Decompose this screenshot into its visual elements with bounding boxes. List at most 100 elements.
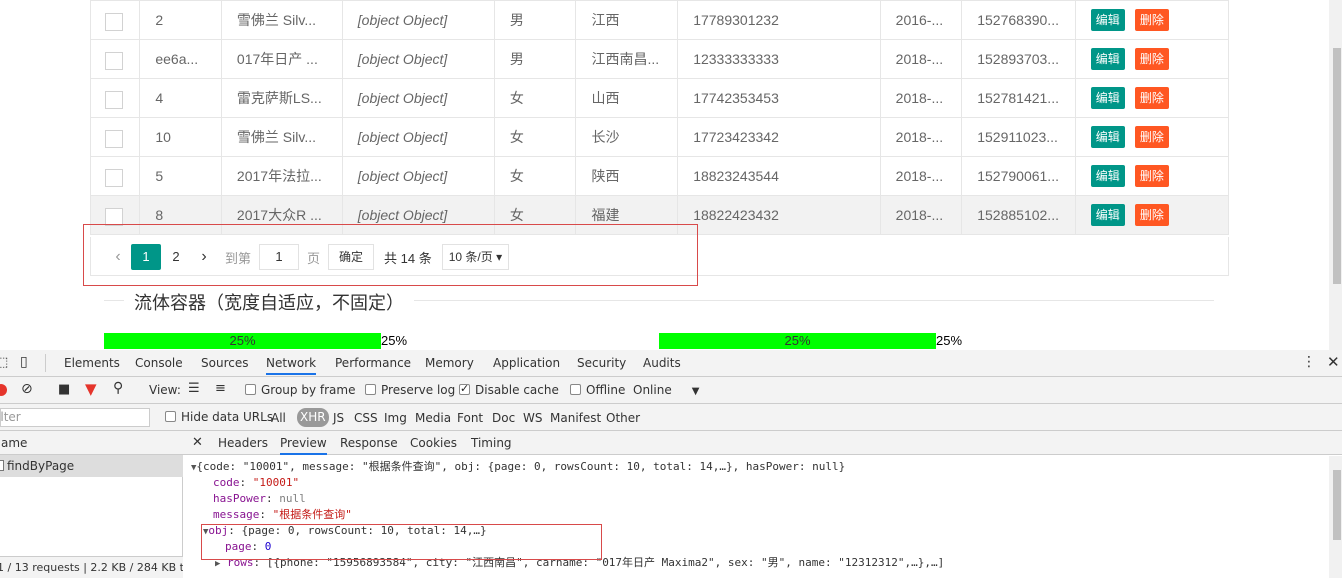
- checkbox-box: [365, 384, 376, 395]
- filter-img[interactable]: Img: [384, 411, 407, 425]
- filter-all[interactable]: All: [271, 411, 286, 425]
- delete-button[interactable]: 删除: [1134, 165, 1169, 187]
- tab-security[interactable]: Security: [577, 356, 626, 370]
- preserve-log-checkbox[interactable]: Preserve log: [365, 383, 455, 397]
- actions-cell: 编辑 删除: [1074, 195, 1230, 235]
- row-checkbox[interactable]: [105, 130, 123, 148]
- row-phone: 17742353453: [677, 78, 881, 118]
- table-row: 4 雷克萨斯LS... [object Object] 女山西 17742353453 2…: [89, 78, 1230, 118]
- filter-manifest[interactable]: Manifest: [550, 411, 601, 425]
- row-object: [object Object]: [341, 39, 495, 79]
- tab-sources[interactable]: Sources: [201, 356, 248, 370]
- filter-icon[interactable]: ▼: [85, 380, 97, 398]
- offline-checkbox[interactable]: Offline: [570, 383, 625, 397]
- tab-preview[interactable]: Preview: [280, 436, 327, 455]
- overview-icon[interactable]: ≡: [215, 381, 226, 396]
- disable-cache-label: Disable cache: [475, 383, 559, 397]
- device-toggle-icon[interactable]: ▯: [20, 354, 28, 370]
- large-rows-icon[interactable]: ☰: [188, 381, 200, 396]
- page-scrollbar-thumb[interactable]: [1333, 48, 1341, 284]
- row-checkbox[interactable]: [105, 169, 123, 187]
- tab-console[interactable]: Console: [135, 356, 183, 370]
- tab-cookies[interactable]: Cookies: [410, 436, 457, 450]
- actions-cell: 编辑 删除: [1074, 117, 1230, 157]
- highlight-box-obj: [201, 524, 602, 560]
- search-icon[interactable]: ⚲: [113, 380, 123, 396]
- filter-css[interactable]: CSS: [354, 411, 378, 425]
- row-timestamp: 152911023...: [961, 117, 1076, 157]
- edit-button[interactable]: 编辑: [1090, 9, 1125, 31]
- request-row[interactable]: findByPage: [0, 455, 183, 477]
- screenshot-icon[interactable]: ■: [58, 382, 70, 397]
- edit-button[interactable]: 编辑: [1090, 165, 1125, 187]
- row-id: 4: [139, 78, 222, 118]
- delete-button[interactable]: 删除: [1134, 126, 1169, 148]
- json-root-row[interactable]: ▼{code: "10001", message: "根据条件查询", obj:…: [191, 459, 845, 476]
- tab-elements[interactable]: Elements: [64, 356, 120, 370]
- edit-button[interactable]: 编辑: [1090, 48, 1125, 70]
- hide-data-urls-checkbox[interactable]: Hide data URLs: [165, 410, 273, 424]
- row-city: 陕西: [575, 156, 679, 196]
- row-checkbox[interactable]: [105, 13, 123, 31]
- row-phone: 18823243544: [677, 156, 881, 196]
- row-object: [object Object]: [341, 117, 495, 157]
- offline-label: Offline: [586, 383, 626, 397]
- tab-application[interactable]: Application: [493, 356, 560, 370]
- tab-audits[interactable]: Audits: [643, 356, 681, 370]
- row-checkbox[interactable]: [105, 91, 123, 109]
- disable-cache-checkbox[interactable]: Disable cache: [459, 382, 559, 397]
- edit-button[interactable]: 编辑: [1090, 204, 1125, 226]
- record-icon[interactable]: [0, 384, 7, 396]
- more-menu-icon[interactable]: ⋮: [1302, 354, 1316, 370]
- filter-media[interactable]: Media: [415, 411, 451, 425]
- name-column-header[interactable]: Name: [0, 436, 27, 450]
- json-code-row: code: "10001": [213, 476, 300, 489]
- filter-other[interactable]: Other: [606, 411, 640, 425]
- row-id: 2: [139, 0, 222, 40]
- filter-js[interactable]: JS: [333, 411, 344, 425]
- chevron-down-icon: ▼: [691, 386, 700, 397]
- row-object: [object Object]: [341, 156, 495, 196]
- delete-button[interactable]: 删除: [1134, 9, 1169, 31]
- clear-icon[interactable]: ⊘: [21, 381, 33, 397]
- tab-performance[interactable]: Performance: [335, 356, 411, 370]
- filter-input[interactable]: Filter: [0, 408, 150, 427]
- filter-font[interactable]: Font: [457, 411, 483, 425]
- row-phone: 12333333333: [677, 39, 881, 79]
- filter-xhr[interactable]: XHR: [297, 408, 329, 427]
- tab-response[interactable]: Response: [340, 436, 398, 450]
- inspect-icon[interactable]: ⬚: [0, 355, 8, 370]
- request-summary: 1 / 13 requests | 2.2 KB / 284 KB t...: [0, 561, 183, 574]
- filter-doc[interactable]: Doc: [492, 411, 515, 425]
- delete-button[interactable]: 删除: [1134, 204, 1169, 226]
- throttling-select[interactable]: Online ▼: [633, 383, 699, 397]
- tab-headers[interactable]: Headers: [218, 436, 268, 450]
- actions-cell: 编辑 删除: [1074, 0, 1230, 40]
- close-detail-icon[interactable]: ✕: [192, 435, 203, 450]
- row-id: 10: [139, 117, 222, 157]
- highlight-box-pagination: [83, 224, 698, 286]
- delete-button[interactable]: 删除: [1134, 87, 1169, 109]
- edit-button[interactable]: 编辑: [1090, 87, 1125, 109]
- close-icon[interactable]: ✕: [1327, 353, 1340, 371]
- row-date: 2018-...: [879, 39, 963, 79]
- row-checkbox[interactable]: [105, 52, 123, 70]
- progress-2-bar: 25%: [659, 333, 936, 349]
- checkbox-box: [165, 411, 176, 422]
- checkbox-cell: [89, 78, 141, 118]
- json-key: hasPower: [213, 492, 266, 505]
- group-by-frame-checkbox[interactable]: Group by frame: [245, 383, 355, 397]
- request-list: Name findByPage 1 / 13 requests | 2.2 KB…: [0, 431, 183, 578]
- row-date: 2018-...: [879, 156, 963, 196]
- row-id: 5: [139, 156, 222, 196]
- tab-network[interactable]: Network: [266, 356, 317, 375]
- delete-button[interactable]: 删除: [1134, 48, 1169, 70]
- edit-button[interactable]: 编辑: [1090, 126, 1125, 148]
- tab-memory[interactable]: Memory: [425, 356, 474, 370]
- file-icon: [0, 460, 4, 471]
- tab-timing[interactable]: Timing: [471, 436, 512, 450]
- preview-scrollbar[interactable]: [1329, 456, 1342, 578]
- preview-scrollbar-thumb[interactable]: [1333, 470, 1341, 540]
- row-timestamp: 152781421...: [961, 78, 1076, 118]
- filter-ws[interactable]: WS: [523, 411, 542, 425]
